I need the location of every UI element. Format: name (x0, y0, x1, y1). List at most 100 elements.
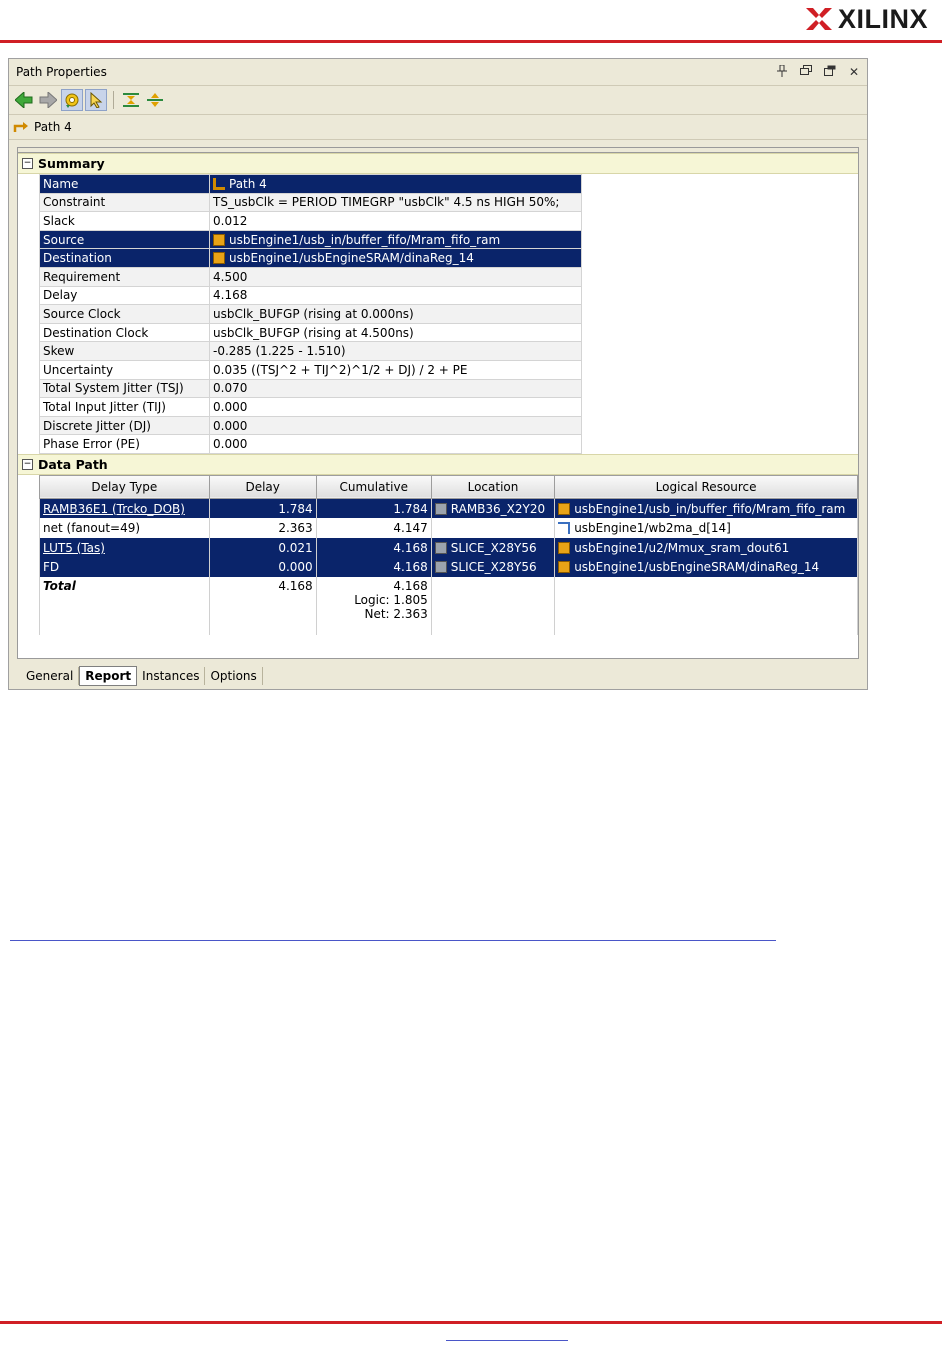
summary-row[interactable]: Slack 0.012 (39, 211, 582, 231)
summary-row[interactable]: Source usbEngine1/usb_in/buffer_fifo/Mram… (39, 229, 582, 250)
expand-all-button[interactable] (144, 89, 166, 111)
logical-resource: usbEngine1/u2/Mmux_sram_dout61 (574, 540, 790, 555)
tab-report[interactable]: Report (79, 666, 138, 686)
data-path-table: Delay Type Delay Cumulative Location Log… (39, 474, 858, 636)
summary-value-cell: -0.285 (1.225 - 1.510) (209, 341, 582, 361)
collapse-data-path-toggle[interactable]: − (22, 458, 33, 470)
summary-value: 4.168 (213, 288, 248, 303)
summary-key: Name (39, 174, 210, 194)
delay-type: FD (43, 560, 60, 575)
summary-key: Skew (39, 341, 210, 361)
location-cell: RAMB36_X2Y20 (430, 498, 556, 519)
summary-key: Delay (39, 285, 210, 306)
tab-instances[interactable]: Instances (137, 667, 206, 685)
close-icon[interactable]: ✕ (847, 65, 861, 79)
summary-row[interactable]: Source Clock usbClk_BUFGP (rising at 0.00… (39, 304, 582, 324)
summary-row[interactable]: Total Input Jitter (TIJ) 0.000 (39, 397, 582, 417)
location-cell (430, 518, 556, 538)
summary-row[interactable]: Requirement 4.500 (39, 266, 582, 287)
report-view: − Summary Name Path 4 Constraint TS_usbClk … (17, 147, 859, 659)
cumulative-value-cell: 4.147 (315, 518, 432, 538)
delay-type-cell: FD (39, 557, 210, 578)
column-header-delay-type[interactable]: Delay Type (39, 474, 210, 499)
summary-key: Total System Jitter (TSJ) (39, 378, 210, 399)
column-header-logical-resource[interactable]: Logical Resource (554, 474, 858, 499)
delay-value: 1.784 (278, 501, 313, 516)
delay-type-cell: LUT5 (Tas) (39, 537, 210, 558)
delay-type-cell: RAMB36E1 (Trcko_DOB) (39, 498, 210, 519)
column-header-cumulative[interactable]: Cumulative (315, 474, 432, 499)
total-location (430, 577, 556, 636)
column-header-delay[interactable]: Delay (208, 474, 317, 499)
summary-value-cell: 0.070 (209, 378, 582, 399)
xilinx-logo-icon (805, 8, 832, 30)
summary-value: usbClk_BUFGP (rising at 0.000ns) (213, 306, 414, 321)
summary-value: Path 4 (229, 176, 267, 191)
total-cumulative: 4.168 (393, 579, 428, 594)
summary-value-cell: usbEngine1/usb_in/buffer_fifo/Mram_fifo_… (209, 229, 582, 250)
summary-heading: Summary (38, 156, 105, 171)
summary-value: -0.285 (1.225 - 1.510) (213, 344, 346, 359)
summary-row[interactable]: Discrete Jitter (DJ) 0.000 (39, 415, 582, 436)
data-path-section-header[interactable]: − Data Path (18, 453, 858, 475)
summary-value-cell: 4.500 (209, 266, 582, 287)
summary-row[interactable]: Uncertainty 0.035 ((TSJ^2 + TIJ^2)^1/2 + … (39, 359, 582, 380)
tab-options[interactable]: Options (205, 667, 263, 685)
data-path-row[interactable]: net (fanout=49) 2.363 4.147 usbEngine1/wb2m… (39, 518, 858, 538)
logical-resource-cell: usbEngine1/u2/Mmux_sram_dout61 (554, 537, 858, 558)
float-icon[interactable] (823, 65, 837, 79)
back-button[interactable] (13, 89, 35, 111)
summary-value: TS_usbClk = PERIOD TIMEGRP "usbClk" 4.5 … (213, 195, 560, 210)
brand-name: XILINX (837, 3, 928, 34)
total-row: Total 4.168 4.168 Logic: 1.805 Net: 2.36… (39, 577, 858, 636)
summary-value-cell: TS_usbClk = PERIOD TIMEGRP "usbClk" 4.5 … (209, 192, 582, 213)
select-mode-button[interactable] (85, 89, 107, 111)
data-path-row[interactable]: RAMB36E1 (Trcko_DOB) 1.784 1.784 RAMB36_X2Y… (39, 498, 858, 519)
current-path-bar: Path 4 (9, 115, 867, 140)
tab-general[interactable]: General (21, 667, 80, 685)
delay-type-cell: net (fanout=49) (39, 518, 210, 538)
summary-row[interactable]: Destination Clock usbClk_BUFGP (rising at… (39, 322, 582, 343)
forward-button[interactable] (37, 89, 59, 111)
collapse-summary-toggle[interactable]: − (22, 158, 33, 169)
data-path-row[interactable]: FD 0.000 4.168 SLICE_X28Y56 usbEngine1/usbEn… (39, 557, 858, 578)
location: SLICE_X28Y56 (450, 560, 537, 575)
delay-type[interactable]: LUT5 (Tas) (43, 541, 105, 555)
summary-row[interactable]: Constraint TS_usbClk = PERIOD TIMEGRP "us… (39, 192, 582, 213)
summary-row[interactable]: Delay 4.168 (39, 285, 582, 306)
summary-key: Phase Error (PE) (39, 434, 210, 454)
summary-key: Source (39, 229, 210, 250)
header-rule (0, 40, 942, 43)
pointer-icon (90, 92, 103, 108)
delay-value: 2.363 (278, 520, 313, 535)
summary-value-cell: 0.000 (209, 415, 582, 436)
panel-title: Path Properties (16, 65, 107, 79)
delay-value-cell: 0.000 (208, 557, 317, 578)
gear-refresh-icon (65, 93, 79, 108)
panel-titlebar: Path Properties ✕ (9, 59, 867, 86)
document-link-underline[interactable] (10, 940, 776, 941)
summary-row[interactable]: Phase Error (PE) 0.000 (39, 434, 582, 454)
summary-key: Destination (39, 248, 210, 268)
summary-value: 4.500 (213, 269, 248, 284)
summary-row[interactable]: Total System Jitter (TSJ) 0.070 (39, 378, 582, 399)
restore-icon[interactable] (799, 65, 813, 79)
pin-icon[interactable] (775, 64, 789, 80)
cumulative-value: 4.147 (393, 520, 428, 535)
data-path-row[interactable]: LUT5 (Tas) 0.021 4.168 SLICE_X28Y56 usbEngin… (39, 537, 858, 558)
summary-row[interactable]: Name Path 4 (39, 174, 582, 194)
logical-resource: usbEngine1/usb_in/buffer_fifo/Mram_fifo_… (574, 501, 846, 516)
footer-link-underline[interactable] (446, 1340, 568, 1341)
collapse-all-button[interactable] (120, 89, 142, 111)
summary-row[interactable]: Destination usbEngine1/usbEngineSRAM/dina… (39, 248, 582, 268)
current-path-label: Path 4 (34, 120, 72, 134)
delay-type[interactable]: RAMB36E1 (Trcko_DOB) (43, 502, 185, 516)
summary-section-header[interactable]: − Summary (18, 153, 858, 174)
column-header-location[interactable]: Location (430, 474, 556, 499)
auto-update-button[interactable] (61, 89, 83, 111)
summary-key: Constraint (39, 192, 210, 213)
bram-instance-icon (213, 252, 225, 265)
summary-value: usbClk_BUFGP (rising at 4.500ns) (213, 325, 414, 340)
location: RAMB36_X2Y20 (450, 501, 546, 516)
summary-row[interactable]: Skew -0.285 (1.225 - 1.510) (39, 341, 582, 361)
